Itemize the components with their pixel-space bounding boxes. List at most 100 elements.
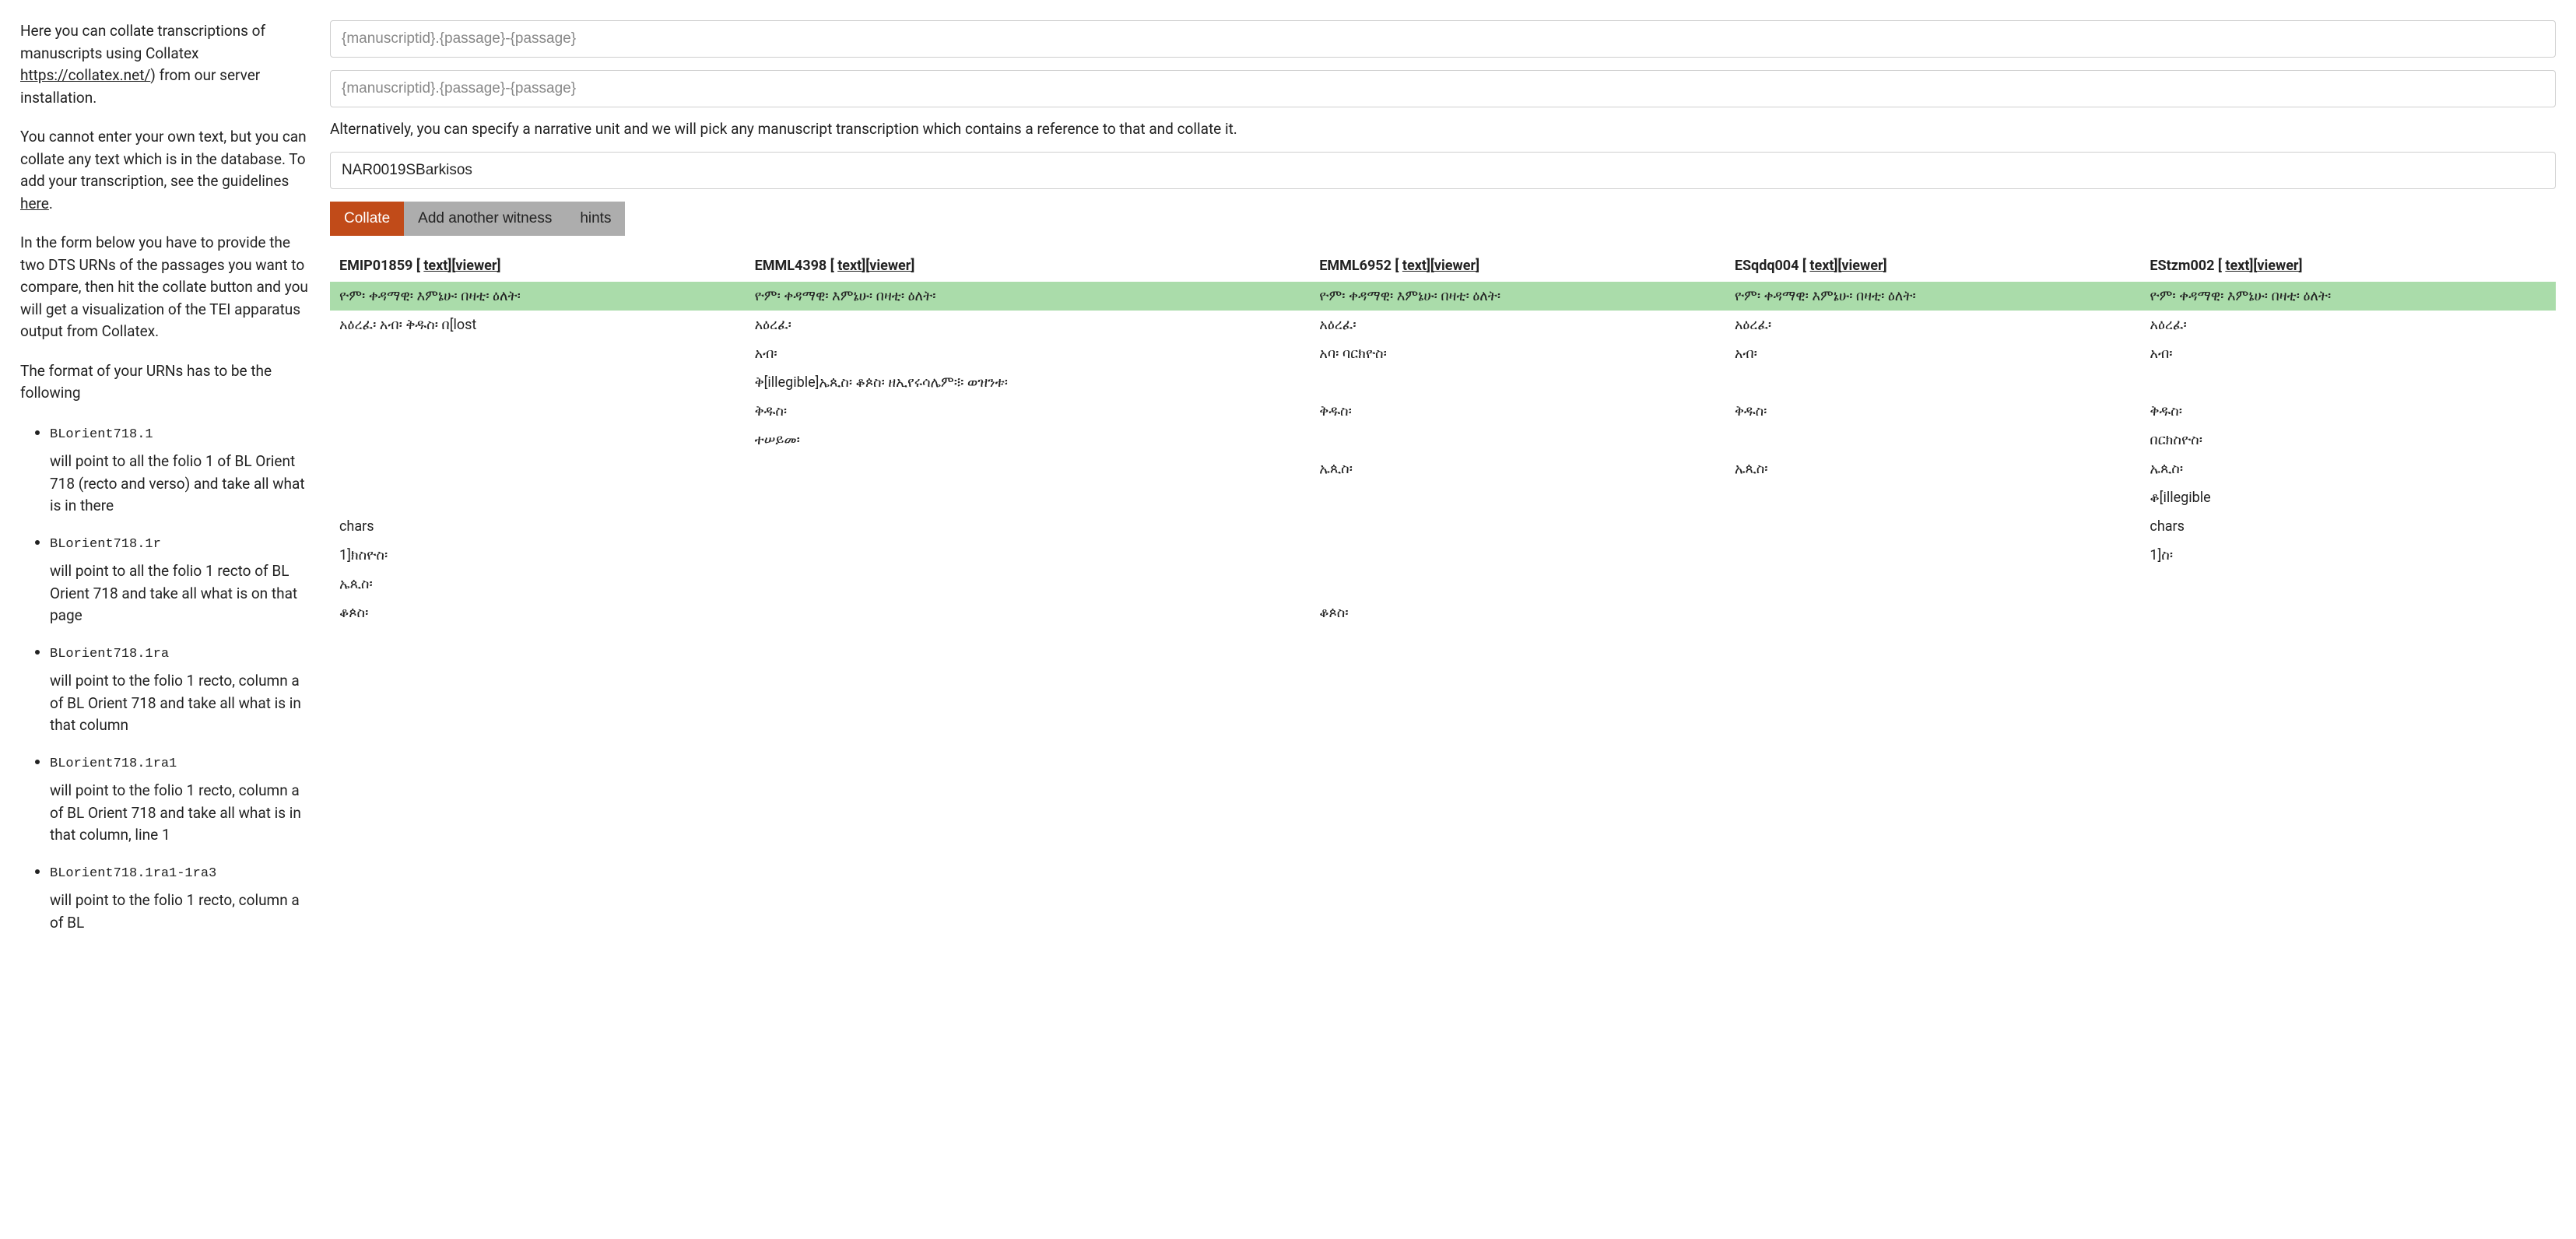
button-row: Collate Add another witness hints	[330, 202, 2556, 236]
table-cell: አብ፡	[746, 339, 1311, 368]
table-cell: 1]ክስዮስ፡	[330, 541, 746, 570]
table-cell: ዮም፡ ቀዳማዊ፡ እምኔሁ፡ በዛቲ፡ ዕለት፡	[2140, 282, 2556, 311]
viewer-link[interactable]: viewer	[1434, 258, 1476, 274]
table-row: ኤጲስ፡	[330, 570, 2556, 598]
collate-button[interactable]: Collate	[330, 202, 404, 236]
table-cell	[2140, 598, 2556, 627]
table-cell	[746, 598, 1311, 627]
table-cell	[746, 541, 1311, 570]
viewer-link[interactable]: viewer	[869, 258, 911, 274]
table-cell	[1310, 570, 1725, 598]
sidebar-instructions: Here you can collate transcriptions of m…	[20, 20, 314, 948]
table-cell: ተሠይመ፡	[746, 426, 1311, 455]
urn-desc: will point to the folio 1 recto, column …	[50, 890, 314, 934]
intro-p4: The format of your URNs has to be the fo…	[20, 360, 314, 405]
text-link[interactable]: text	[1809, 258, 1834, 274]
table-header: ESqdq004 [ text][viewer]	[1725, 250, 2141, 282]
table-header-row: EMIP01859 [ text][viewer]EMML4398 [ text…	[330, 250, 2556, 282]
table-cell	[1725, 598, 2141, 627]
table-cell: ቅዱስ፡	[1310, 397, 1725, 426]
collation-table: EMIP01859 [ text][viewer]EMML4398 [ text…	[330, 250, 2556, 627]
table-cell: chars	[2140, 512, 2556, 541]
witness-id: EMML4398 [	[755, 258, 838, 274]
viewer-link[interactable]: viewer	[455, 258, 497, 274]
table-row: ቅዱስ፡ቅዱስ፡ቅዱስ፡ቅዱስ፡	[330, 397, 2556, 426]
urn-desc: will point to the folio 1 recto, column …	[50, 670, 314, 737]
table-cell	[746, 512, 1311, 541]
text-link[interactable]: text	[837, 258, 862, 274]
table-cell	[330, 339, 746, 368]
viewer-link[interactable]: viewer	[2257, 258, 2298, 274]
table-row: ቆ[illegible	[330, 483, 2556, 512]
table-cell	[330, 426, 746, 455]
table-cell: ዮም፡ ቀዳማዊ፡ እምኔሁ፡ በዛቲ፡ ዕለት፡	[1725, 282, 2141, 311]
text-link[interactable]: text	[2225, 258, 2249, 274]
table-row: ተሠይመ፡ በርክስዮስ፡	[330, 426, 2556, 455]
table-cell	[746, 455, 1311, 483]
table-row: አዕረፈ፡ አብ፡ ቅዱስ፡ በ[lostአዕረፈ፡አዕረፈ፡አዕረፈ፡አዕረፈ…	[330, 311, 2556, 339]
table-cell: ቆ[illegible	[2140, 483, 2556, 512]
table-cell: chars	[330, 512, 746, 541]
table-cell: ኤጲስ፡	[1310, 455, 1725, 483]
table-cell: አዕረፈ፡ አብ፡ ቅዱስ፡ በ[lost	[330, 311, 746, 339]
urn-example: BLorient718.1r will point to all the fol…	[50, 532, 314, 627]
table-row: ዮም፡ ቀዳማዊ፡ እምኔሁ፡ በዛቲ፡ ዕለት፡ዮም፡ ቀዳማዊ፡ እምኔሁ፡…	[330, 282, 2556, 311]
urn-code: BLorient718.1ra1	[50, 756, 177, 771]
urn-example: BLorient718.1ra will point to the folio …	[50, 641, 314, 737]
table-cell: አዕረፈ፡	[746, 311, 1311, 339]
text-link[interactable]: text	[1402, 258, 1427, 274]
table-cell: አዕረፈ፡	[2140, 311, 2556, 339]
table-cell	[1310, 368, 1725, 397]
urn-code: BLorient718.1r	[50, 537, 161, 552]
table-row: 1]ክስዮስ፡ 1]ስ፡	[330, 541, 2556, 570]
table-cell: አባ፡ ባርክዮስ፡	[1310, 339, 1725, 368]
add-witness-button[interactable]: Add another witness	[404, 202, 566, 236]
table-cell	[1725, 570, 2141, 598]
table-cell	[1725, 368, 2141, 397]
table-cell: ቅ[illegible]ኤጲስ፡ ቆጶስ፡ ዘኢየሩሳሌም፨ ወዝንቱ፡	[746, 368, 1311, 397]
witness-input-2[interactable]	[330, 70, 2556, 107]
urn-example: BLorient718.1 will point to all the foli…	[50, 422, 314, 518]
text-link[interactable]: text	[423, 258, 447, 274]
table-cell	[746, 570, 1311, 598]
urn-examples-list: BLorient718.1 will point to all the foli…	[20, 422, 314, 935]
collatex-link[interactable]: https://collatex.net/	[20, 66, 150, 84]
guidelines-link[interactable]: here	[20, 195, 49, 212]
table-cell: ኤጲስ፡	[1725, 455, 2141, 483]
table-cell: አዕረፈ፡	[1310, 311, 1725, 339]
table-cell	[1725, 426, 2141, 455]
table-cell: ዮም፡ ቀዳማዊ፡ እምኔሁ፡ በዛቲ፡ ዕለት፡	[1310, 282, 1725, 311]
table-cell	[330, 455, 746, 483]
narrative-unit-input[interactable]	[330, 152, 2556, 189]
table-cell: ቆጶስ፡	[330, 598, 746, 627]
urn-code: BLorient718.1	[50, 427, 153, 442]
viewer-link[interactable]: viewer	[1841, 258, 1883, 274]
table-row: ቆጶስ፡ቆጶስ፡	[330, 598, 2556, 627]
table-row: ኤጲስ፡ኤጲስ፡ኤጲስ፡	[330, 455, 2556, 483]
table-cell	[330, 397, 746, 426]
intro-p2: You cannot enter your own text, but you …	[20, 126, 314, 215]
table-cell: 1]ስ፡	[2140, 541, 2556, 570]
table-cell: ኤጲስ፡	[330, 570, 746, 598]
table-cell	[1725, 483, 2141, 512]
table-cell: አብ፡	[1725, 339, 2141, 368]
witness-id: ESqdq004 [	[1735, 258, 1810, 274]
table-cell: በርክስዮስ፡	[2140, 426, 2556, 455]
table-cell	[1310, 483, 1725, 512]
table-cell: ኤጲስ፡	[2140, 455, 2556, 483]
table-cell: ቅዱስ፡	[1725, 397, 2141, 426]
intro-p1: Here you can collate transcriptions of m…	[20, 20, 314, 109]
intro-p2-post: .	[49, 195, 53, 212]
table-cell: ቅዱስ፡	[746, 397, 1311, 426]
intro-p1-pre: Here you can collate transcriptions of m…	[20, 22, 265, 62]
intro-p2-pre: You cannot enter your own text, but you …	[20, 128, 307, 190]
urn-example: BLorient718.1ra1 will point to the folio…	[50, 751, 314, 847]
table-row: chars chars	[330, 512, 2556, 541]
urn-example: BLorient718.1ra1-1ra3 will point to the …	[50, 861, 314, 935]
table-header: EMML4398 [ text][viewer]	[746, 250, 1311, 282]
table-cell: ዮም፡ ቀዳማዊ፡ እምኔሁ፡ በዛቲ፡ ዕለት፡	[746, 282, 1311, 311]
hints-button[interactable]: hints	[566, 202, 625, 236]
witness-input-1[interactable]	[330, 20, 2556, 58]
table-row: ቅ[illegible]ኤጲስ፡ ቆጶስ፡ ዘኢየሩሳሌም፨ ወዝንቱ፡	[330, 368, 2556, 397]
table-cell	[2140, 570, 2556, 598]
